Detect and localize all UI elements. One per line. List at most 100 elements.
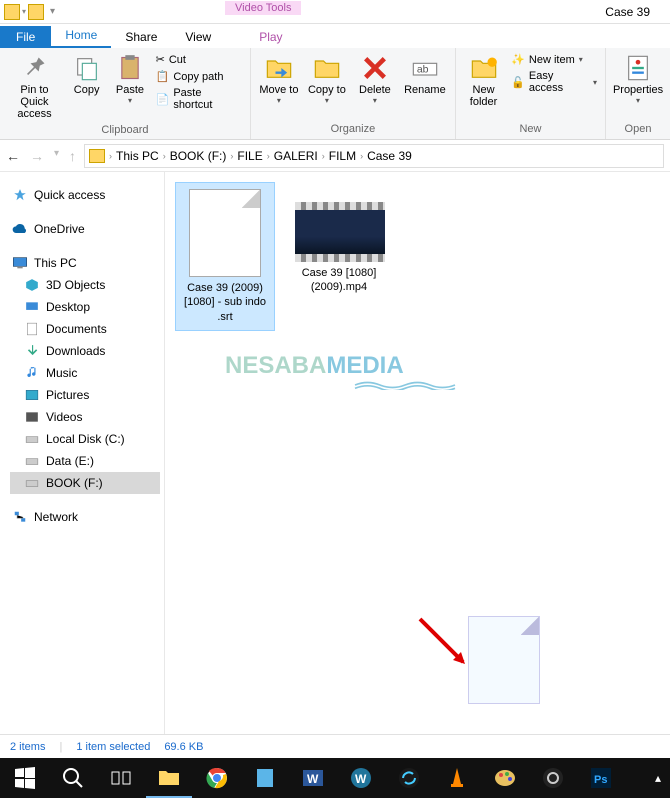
file-explorer-button[interactable] bbox=[146, 758, 192, 798]
forward-button[interactable]: → bbox=[30, 148, 44, 164]
new-folder-button[interactable]: New folder bbox=[462, 52, 505, 110]
nav-arrows: ← → ▾ ↑ bbox=[6, 148, 76, 164]
vlc-button[interactable] bbox=[434, 758, 480, 798]
wave-icon bbox=[345, 380, 465, 390]
search-button[interactable] bbox=[50, 758, 96, 798]
folder-icon[interactable] bbox=[28, 4, 44, 20]
notes-button[interactable] bbox=[242, 758, 288, 798]
tray-overflow[interactable]: ▴ bbox=[648, 758, 668, 798]
crumb[interactable]: GALERI› bbox=[274, 149, 325, 163]
rename-button[interactable]: ab Rename bbox=[401, 52, 449, 98]
crumb[interactable]: FILE› bbox=[237, 149, 269, 163]
wordpress-icon: W bbox=[349, 766, 373, 790]
crumb[interactable]: BOOK (F:)› bbox=[170, 149, 234, 163]
start-button[interactable] bbox=[2, 758, 48, 798]
crumb[interactable]: FILM› bbox=[329, 149, 363, 163]
cloud-icon bbox=[12, 222, 28, 236]
window-title: Case 39 bbox=[605, 5, 650, 19]
nav-book-f[interactable]: BOOK (F:) bbox=[10, 472, 160, 494]
nav-network[interactable]: Network bbox=[10, 506, 160, 528]
new-small-buttons: ✨New item ▾ 🔓Easy access ▾ bbox=[509, 52, 599, 95]
tab-view[interactable]: View bbox=[171, 26, 225, 48]
search-icon bbox=[61, 766, 85, 790]
tab-play[interactable]: Play bbox=[245, 26, 296, 48]
desktop-icon bbox=[24, 300, 40, 314]
pin-to-quick-access-button[interactable]: Pin to Quick access bbox=[6, 52, 63, 122]
word-button[interactable]: W bbox=[290, 758, 336, 798]
nav-videos[interactable]: Videos bbox=[10, 406, 160, 428]
clipboard-small-buttons: ✂Cut 📋Copy path 📄Paste shortcut bbox=[154, 52, 244, 112]
file-thumbnail bbox=[189, 189, 261, 277]
tab-file[interactable]: File bbox=[0, 26, 51, 48]
word-icon: W bbox=[301, 766, 325, 790]
qat-dropdown[interactable]: ▾ bbox=[22, 7, 26, 16]
nav-pictures[interactable]: Pictures bbox=[10, 384, 160, 406]
watermark: NESABAMEDIA bbox=[225, 352, 465, 390]
crumb[interactable]: This PC› bbox=[116, 149, 166, 163]
file-item-srt[interactable]: Case 39 (2009) [1080] - sub indo .srt bbox=[175, 182, 275, 331]
back-button[interactable]: ← bbox=[6, 148, 20, 164]
group-label: Clipboard bbox=[6, 122, 244, 138]
drive-icon bbox=[24, 476, 40, 490]
nav-downloads[interactable]: Downloads bbox=[10, 340, 160, 362]
move-to-button[interactable]: Move to▾ bbox=[257, 52, 301, 107]
title-bar: ▾ ▾ Video Tools Case 39 bbox=[0, 0, 670, 24]
delete-button[interactable]: Delete▾ bbox=[353, 52, 397, 107]
ribbon-group-organize: Move to▾ Copy to▾ Delete▾ ab Rename Orga… bbox=[251, 48, 456, 139]
folder-icon[interactable] bbox=[4, 4, 20, 20]
copy-to-button[interactable]: Copy to▾ bbox=[305, 52, 349, 107]
nav-onedrive[interactable]: OneDrive bbox=[10, 218, 160, 240]
3d-icon bbox=[24, 278, 40, 292]
copy-path-icon: 📋 bbox=[156, 70, 170, 83]
ribbon-group-open: Properties▾ Open bbox=[606, 48, 670, 139]
breadcrumb[interactable]: › This PC› BOOK (F:)› FILE› GALERI› FILM… bbox=[84, 144, 664, 168]
tab-share[interactable]: Share bbox=[111, 26, 171, 48]
windows-icon bbox=[13, 766, 37, 790]
cut-button[interactable]: ✂Cut bbox=[154, 52, 244, 67]
task-view-button[interactable] bbox=[98, 758, 144, 798]
qat-overflow[interactable]: ▾ bbox=[50, 6, 55, 17]
task-view-icon bbox=[109, 766, 133, 790]
status-bar: 2 items | 1 item selected 69.6 KB bbox=[0, 734, 670, 758]
content-area[interactable]: Case 39 (2009) [1080] - sub indo .srt Ca… bbox=[165, 172, 670, 734]
nav-data-e[interactable]: Data (E:) bbox=[10, 450, 160, 472]
label: Move to bbox=[259, 84, 298, 96]
paint-button[interactable] bbox=[482, 758, 528, 798]
recent-dropdown[interactable]: ▾ bbox=[54, 148, 59, 164]
sync-button[interactable] bbox=[386, 758, 432, 798]
paste-button[interactable]: Paste ▾ bbox=[110, 52, 149, 107]
chevron-down-icon: ▾ bbox=[128, 96, 132, 105]
copy-button[interactable]: Copy bbox=[67, 52, 106, 98]
obs-button[interactable] bbox=[530, 758, 576, 798]
photoshop-button[interactable]: Ps bbox=[578, 758, 624, 798]
paste-shortcut-button[interactable]: 📄Paste shortcut bbox=[154, 86, 244, 112]
wordpress-button[interactable]: W bbox=[338, 758, 384, 798]
nav-music[interactable]: Music bbox=[10, 362, 160, 384]
status-selected-count: 1 item selected bbox=[76, 741, 150, 753]
easy-access-button[interactable]: 🔓Easy access ▾ bbox=[509, 69, 599, 95]
chrome-button[interactable] bbox=[194, 758, 240, 798]
navigation-bar: ← → ▾ ↑ › This PC› BOOK (F:)› FILE› GALE… bbox=[0, 140, 670, 172]
file-item-mp4[interactable]: Case 39 [1080] (2009).mp4 bbox=[289, 182, 389, 301]
nav-3d-objects[interactable]: 3D Objects bbox=[10, 274, 160, 296]
new-item-button[interactable]: ✨New item ▾ bbox=[509, 52, 599, 67]
nav-local-disk-c[interactable]: Local Disk (C:) bbox=[10, 428, 160, 450]
crumb[interactable]: Case 39 bbox=[367, 149, 412, 163]
nav-desktop[interactable]: Desktop bbox=[10, 296, 160, 318]
paint-icon bbox=[493, 766, 517, 790]
svg-text:Ps: Ps bbox=[594, 774, 607, 786]
copy-path-button[interactable]: 📋Copy path bbox=[154, 69, 244, 84]
label: Paste bbox=[116, 84, 144, 96]
label: Delete bbox=[359, 84, 391, 96]
ribbon-group-clipboard: Pin to Quick access Copy Paste ▾ ✂Cut 📋C… bbox=[0, 48, 251, 139]
ribbon-group-new: New folder ✨New item ▾ 🔓Easy access ▾ Ne… bbox=[456, 48, 606, 139]
chevron-right-icon[interactable]: › bbox=[109, 151, 112, 161]
nav-documents[interactable]: Documents bbox=[10, 318, 160, 340]
drive-icon bbox=[24, 432, 40, 446]
ribbon: Pin to Quick access Copy Paste ▾ ✂Cut 📋C… bbox=[0, 48, 670, 140]
properties-button[interactable]: Properties▾ bbox=[612, 52, 664, 107]
tab-home[interactable]: Home bbox=[51, 24, 111, 48]
up-button[interactable]: ↑ bbox=[69, 148, 76, 164]
nav-quick-access[interactable]: Quick access bbox=[10, 184, 160, 206]
nav-this-pc[interactable]: This PC bbox=[10, 252, 160, 274]
